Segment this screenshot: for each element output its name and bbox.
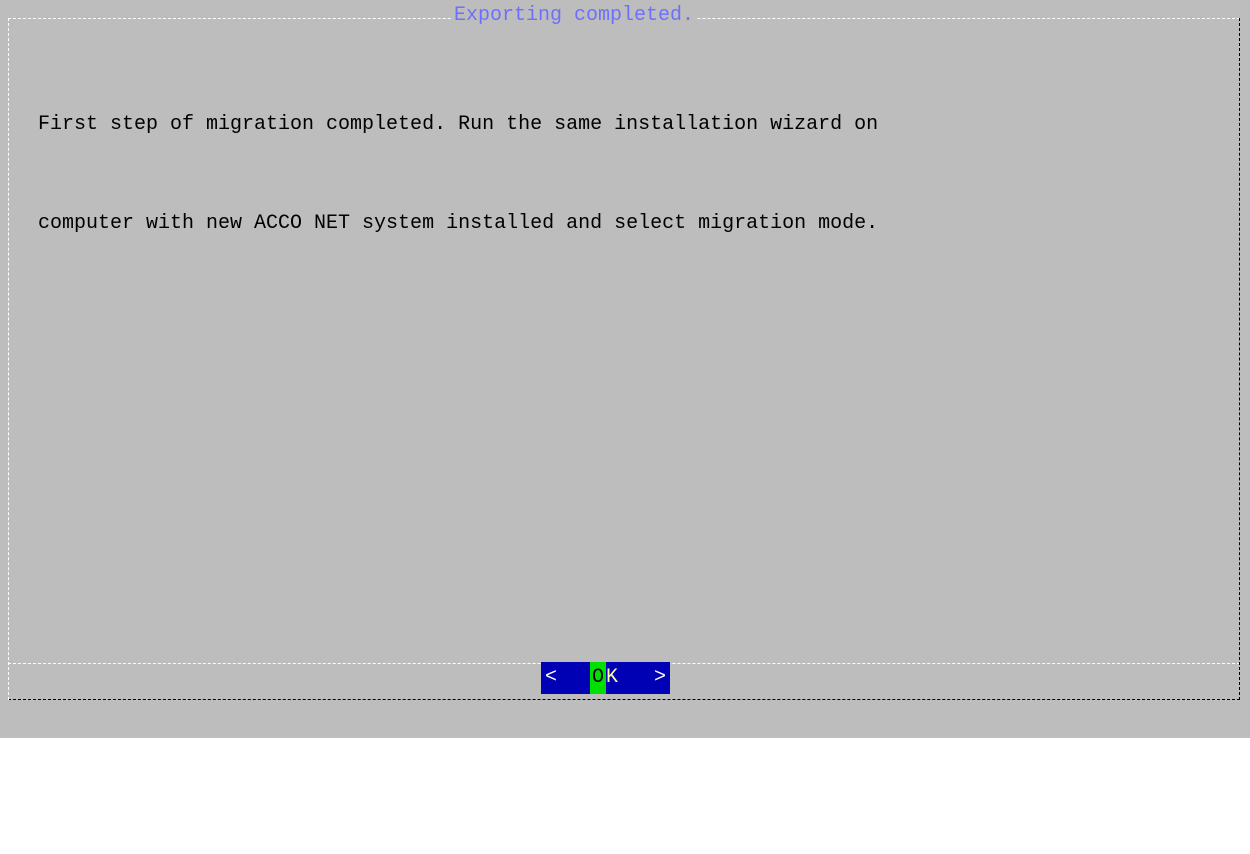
ok-button[interactable]: < O K >	[541, 662, 670, 694]
dialog-bottom-border	[8, 699, 1240, 700]
message-line-1: First step of migration completed. Run t…	[38, 113, 879, 136]
button-right-bracket: >	[654, 666, 667, 689]
terminal-screen: Exporting completed. First step of migra…	[0, 0, 1250, 738]
dialog-left-border	[8, 18, 9, 700]
ok-label-rest: K	[606, 666, 619, 689]
message-line-2: computer with new ACCO NET system instal…	[38, 212, 879, 235]
dialog-title: Exporting completed.	[452, 4, 697, 28]
ok-hotkey-letter: O	[590, 662, 606, 694]
button-left-bracket: <	[545, 666, 558, 689]
dialog-message: First step of migration completed. Run t…	[38, 42, 878, 306]
dialog-right-border	[1239, 18, 1240, 700]
dialog-box: Exporting completed. First step of migra…	[8, 4, 1240, 700]
